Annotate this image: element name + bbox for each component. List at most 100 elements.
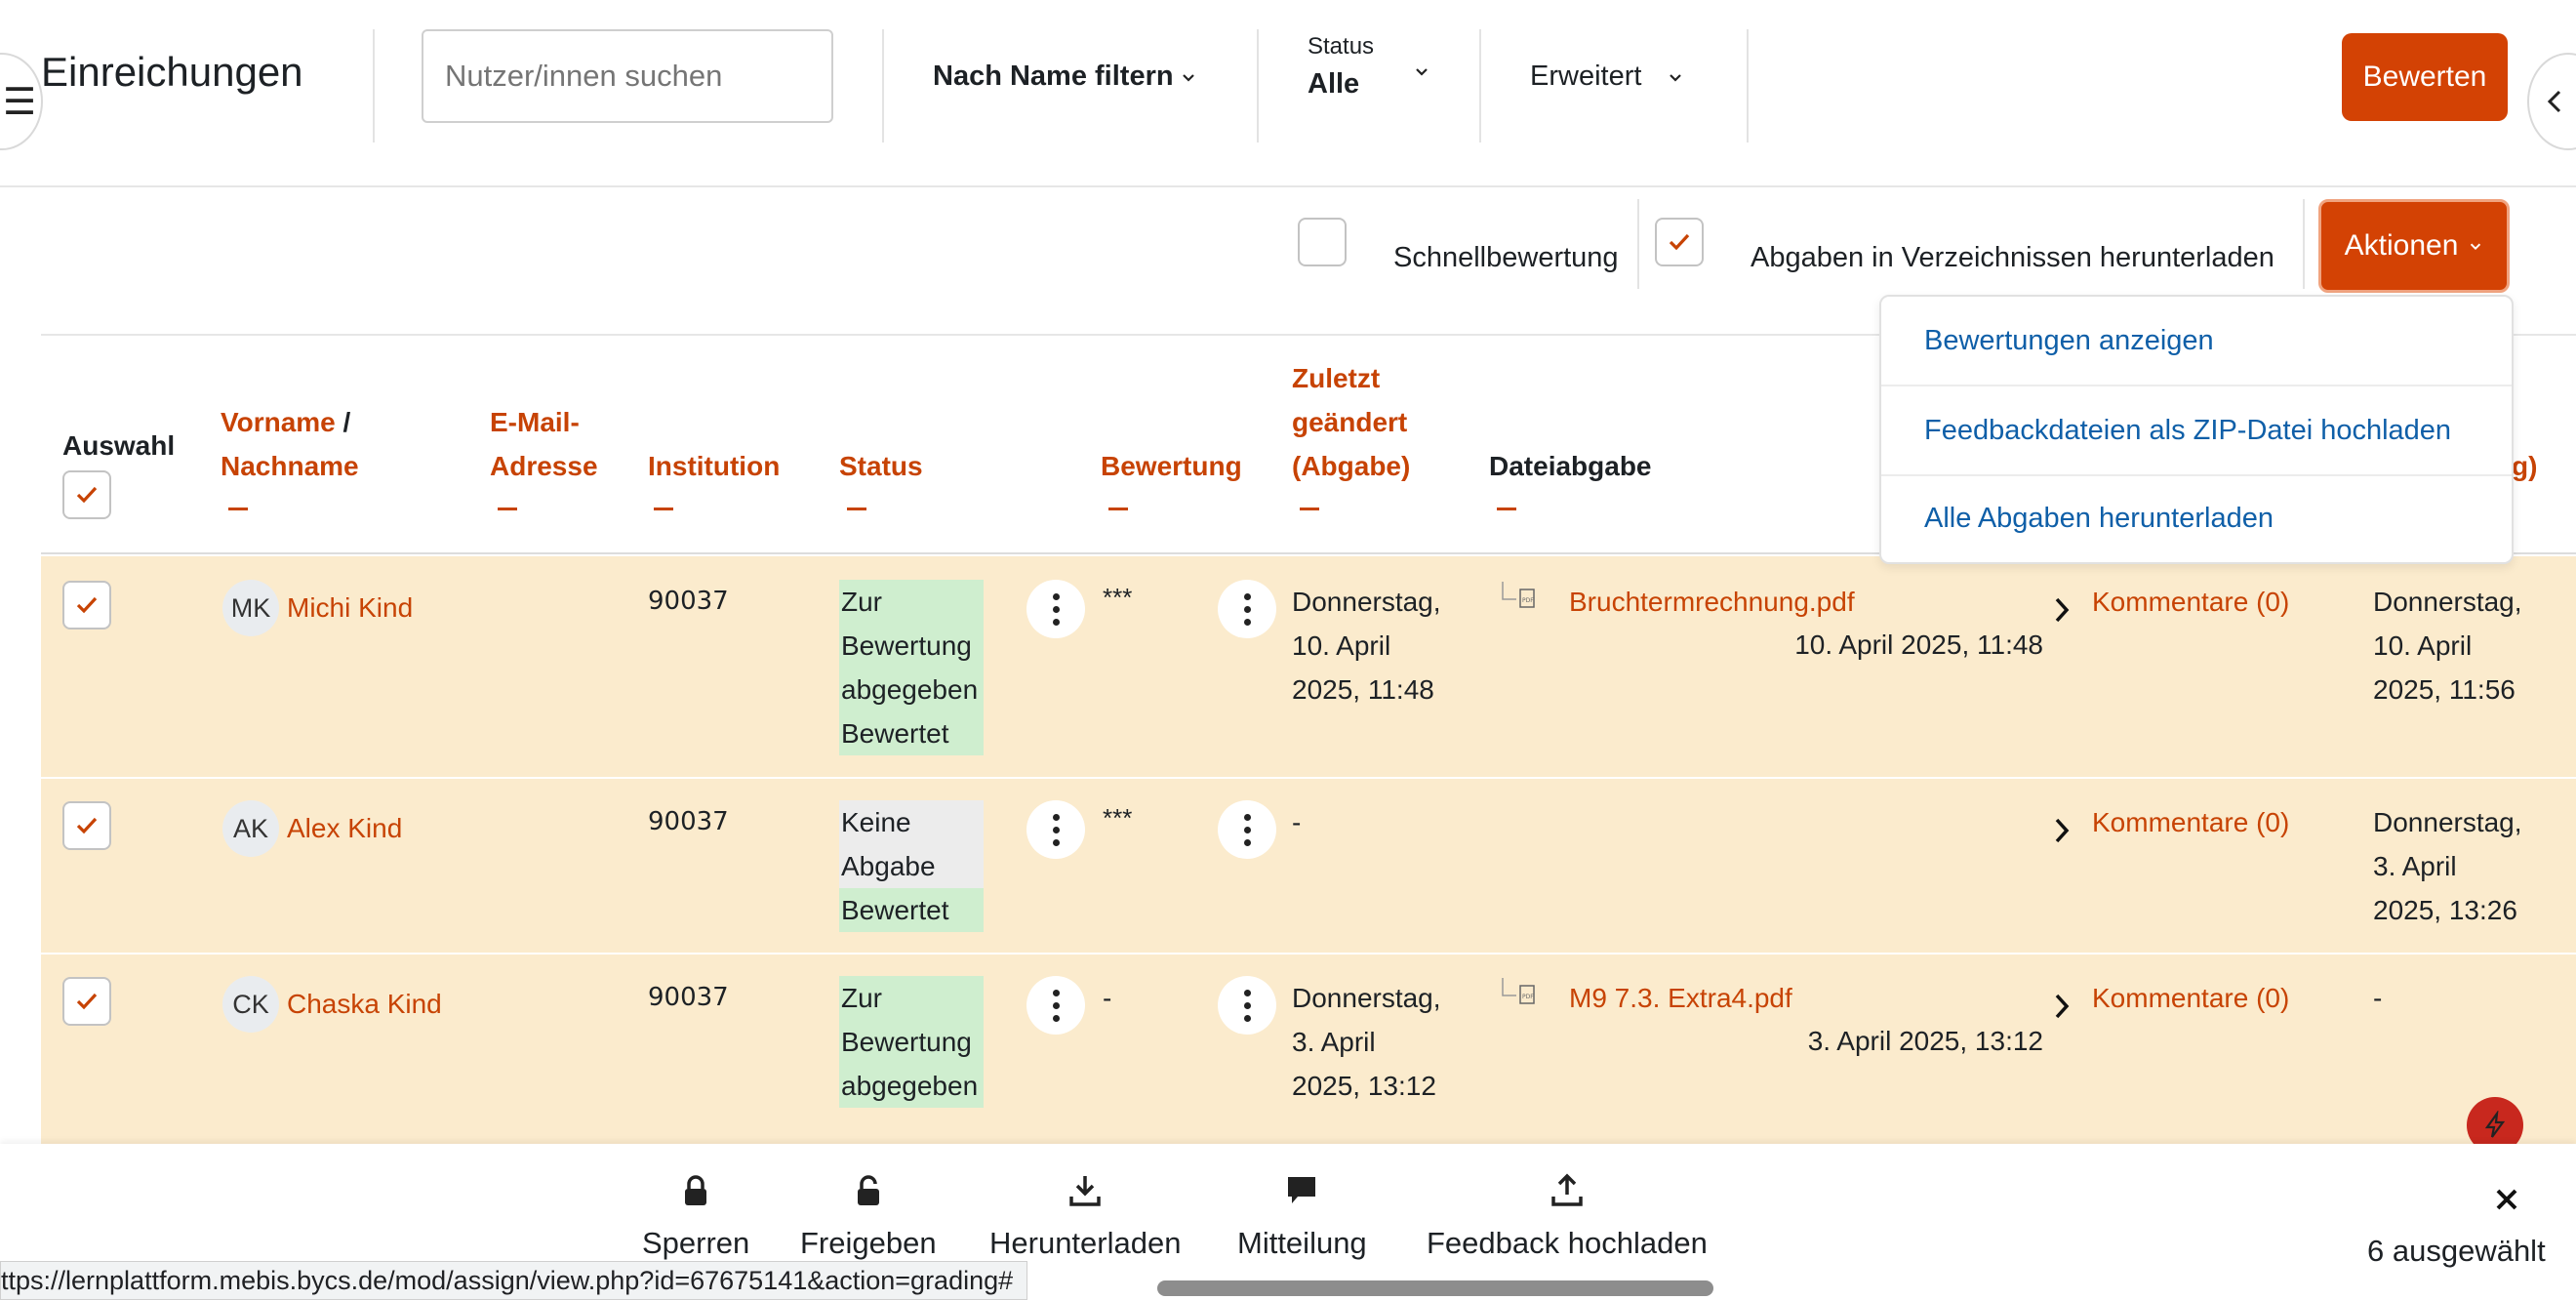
message-label: Mitteilung [1237, 1226, 1367, 1260]
upload-feedback-button[interactable]: Feedback hochladen [1427, 1173, 1708, 1261]
menu-icon: ☰ [2, 81, 37, 123]
block-drawer-toggle-button[interactable] [2527, 53, 2576, 150]
sort-indicator [498, 508, 517, 510]
row-select-checkbox[interactable] [62, 977, 111, 1026]
close-selection-button[interactable] [2492, 1185, 2521, 1214]
sort-indicator [1108, 508, 1128, 510]
status-badge: Bewertet [839, 888, 984, 932]
chevron-right-icon[interactable] [2051, 595, 2074, 625]
svg-text:PDF: PDF [1522, 994, 1534, 1000]
grade-actions-button[interactable] [1218, 976, 1276, 1035]
lock-button[interactable]: Sperren [642, 1173, 749, 1261]
status-text: Keine [841, 807, 911, 837]
grade-header[interactable]: Bewertung [1101, 444, 1242, 488]
unlock-button[interactable]: Freigeben [800, 1173, 937, 1261]
chevron-right-icon[interactable] [2051, 816, 2074, 845]
avatar: CK [222, 976, 279, 1033]
download-dirs-checkbox[interactable] [1655, 218, 1704, 266]
modified-text: Donnerstag, [1292, 587, 1441, 617]
chevron-down-icon [1416, 68, 1428, 76]
modified-cell: Donnerstag, 3. April 2025, 13:12 [1292, 976, 1441, 1108]
kebab-icon [1052, 811, 1060, 849]
lastname-sort-link[interactable]: Nachname [221, 451, 359, 481]
divider [1747, 29, 1749, 142]
name-filter-dropdown[interactable]: Nach Name filtern [933, 61, 1197, 93]
user-name-link[interactable]: Michi Kind [287, 586, 413, 630]
divider [1479, 29, 1481, 142]
email-header-line2: Adresse [490, 451, 598, 481]
name-header-slash: / [335, 407, 351, 437]
quick-grading-checkbox[interactable] [1298, 218, 1347, 266]
modified-text: 3. April [1292, 1027, 1376, 1057]
upload-icon [1551, 1173, 1583, 1206]
feedback-modified-text: Donnerstag, [2373, 587, 2522, 617]
file-link[interactable]: Bruchtermrechnung.pdf [1569, 580, 1855, 624]
grade-actions-button[interactable] [1218, 580, 1276, 638]
status-cell: Zur Bewertung abgegeben Bewertet [839, 580, 984, 755]
row-select-checkbox[interactable] [62, 801, 111, 850]
select-all-checkbox[interactable] [62, 470, 111, 519]
search-input[interactable] [422, 29, 833, 123]
user-name-link[interactable]: Alex Kind [287, 806, 402, 850]
status-actions-button[interactable] [1026, 976, 1085, 1035]
message-button[interactable]: Mitteilung [1237, 1173, 1367, 1261]
status-text: Bewertung [841, 630, 972, 661]
comments-link[interactable]: Kommentare (0) [2092, 800, 2289, 844]
modified-header[interactable]: Zuletzt geändert (Abgabe) [1292, 356, 1410, 488]
feedback-modified-text: 2025, 11:56 [2373, 674, 2516, 705]
download-button[interactable]: Herunterladen [989, 1173, 1181, 1261]
quick-grading-label: Schnellbewertung [1393, 242, 1619, 273]
file-link[interactable]: M9 7.3. Extra4.pdf [1569, 976, 1792, 1020]
page-header: ☰ Einreichungen Nach Name filtern Status… [0, 0, 2576, 187]
grade-button[interactable]: Bewerten [2342, 33, 2508, 121]
download-label: Herunterladen [989, 1226, 1182, 1260]
unlock-label: Freigeben [800, 1226, 937, 1260]
file-tree-connector-icon: PDF [1502, 582, 1535, 608]
status-text: abgegeben [841, 674, 979, 705]
name-filter-label: Nach Name filtern [933, 61, 1174, 92]
feedback-modified-header[interactable]: g) [2512, 444, 2537, 488]
close-icon [2496, 1189, 2517, 1210]
institution-header[interactable]: Institution [648, 444, 780, 488]
file-submission-header: Dateiabgabe [1489, 451, 1652, 481]
menu-item-upload-feedback-zip[interactable]: Feedbackdateien als ZIP-Datei hochladen [1881, 386, 2512, 474]
kebab-icon [1243, 987, 1251, 1025]
kebab-icon [1052, 590, 1060, 629]
modified-header-line1: Zuletzt [1292, 363, 1381, 393]
feedback-modified-cell: Donnerstag, 10. April 2025, 11:56 [2373, 580, 2522, 711]
firstname-sort-link[interactable]: Vorname [221, 407, 336, 437]
chevron-down-icon [1670, 73, 1682, 82]
comments-link[interactable]: Kommentare (0) [2092, 976, 2289, 1020]
row-select-checkbox[interactable] [62, 581, 111, 630]
feedback-modified-text: 2025, 13:26 [2373, 895, 2517, 925]
avatar: AK [222, 800, 279, 857]
modified-cell: Donnerstag, 10. April 2025, 11:48 [1292, 580, 1441, 711]
status-header[interactable]: Status [839, 444, 923, 488]
comments-link[interactable]: Kommentare (0) [2092, 580, 2289, 624]
chevron-right-icon[interactable] [2051, 992, 2074, 1021]
svg-text:PDF: PDF [1522, 597, 1534, 604]
grade-actions-button[interactable] [1218, 800, 1276, 859]
user-name-link[interactable]: Chaska Kind [287, 982, 442, 1026]
status-actions-button[interactable] [1026, 800, 1085, 859]
email-header[interactable]: E-Mail- Adresse [490, 400, 598, 488]
checkmark-icon [76, 596, 98, 614]
comment-icon [1288, 1177, 1316, 1203]
sort-indicator [1300, 508, 1319, 510]
download-icon [1069, 1176, 1101, 1206]
sort-indicator [1497, 508, 1516, 510]
status-filter-dropdown[interactable]: Status Alle [1308, 33, 1434, 111]
unlock-icon [857, 1175, 879, 1205]
menu-item-download-all[interactable]: Alle Abgaben herunterladen [1881, 474, 2512, 562]
horizontal-scrollbar[interactable] [1157, 1280, 1713, 1296]
menu-item-show-grades[interactable]: Bewertungen anzeigen [1881, 297, 2512, 385]
checkmark-icon [76, 993, 98, 1010]
grade-value: *** [1103, 583, 1133, 612]
actions-button[interactable]: Aktionen [2318, 199, 2510, 293]
status-actions-button[interactable] [1026, 580, 1085, 638]
status-filter-label: Status [1308, 33, 1375, 60]
feedback-modified-text: 10. April [2373, 630, 2473, 661]
advanced-filter-dropdown[interactable]: Erweitert [1530, 61, 1684, 93]
drawer-toggle-button[interactable]: ☰ [0, 53, 43, 150]
divider [373, 29, 375, 142]
